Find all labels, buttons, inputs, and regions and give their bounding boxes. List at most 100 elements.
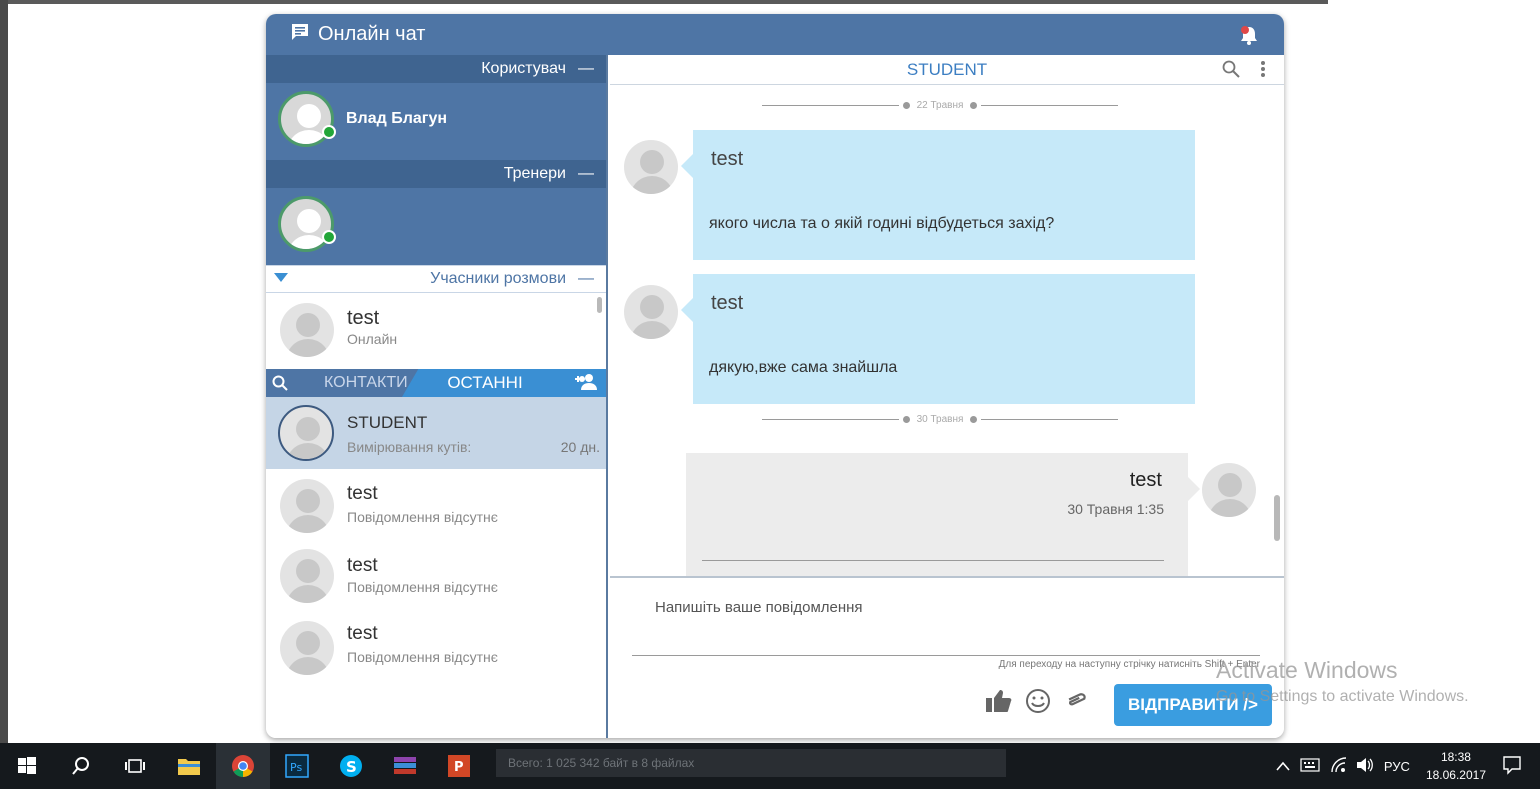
chat-icon	[290, 22, 310, 47]
emoji-icon[interactable]	[1025, 688, 1051, 719]
avatar	[278, 91, 334, 147]
trainers-section-header[interactable]: Тренери —	[266, 160, 606, 188]
avatar	[280, 303, 334, 357]
taskbar-status: Всего: 1 025 342 байт в 8 файлах	[496, 749, 1006, 777]
trainer-item[interactable]	[266, 188, 606, 265]
chat-window: Онлайн чат Користувач — Влад Благун Трен…	[266, 14, 1284, 738]
window-top-edge	[8, 0, 1328, 4]
contact-last-message: Повідомлення відсутнє	[347, 579, 498, 595]
clock-date: 18.06.2017	[1425, 768, 1486, 782]
participants-section-header[interactable]: Учасники розмови —	[266, 265, 606, 293]
svg-text:Ps: Ps	[290, 761, 302, 774]
left-panel: Користувач — Влад Благун Тренери — Учасн…	[266, 55, 608, 738]
paperclip-icon[interactable]	[1063, 688, 1089, 719]
input-underline	[632, 655, 1260, 656]
search-icon[interactable]	[54, 743, 108, 789]
contact-name: STUDENT	[347, 413, 428, 432]
chat-header: Онлайн чат	[266, 14, 1284, 55]
watermark-title: Activate Windows	[1216, 657, 1398, 683]
date-separator: 30 Травня	[762, 413, 1119, 425]
avatar	[278, 405, 334, 461]
contact-tabs: КОНТАКТИ ОСТАННІ	[266, 369, 606, 397]
participants-scrollbar[interactable]	[597, 297, 602, 313]
messages-scrollbar[interactable]	[1274, 495, 1280, 541]
conversation-title: STUDENT	[906, 59, 988, 79]
thumbs-up-icon[interactable]	[985, 688, 1013, 719]
online-status-dot	[322, 230, 336, 244]
user-section-header[interactable]: Користувач —	[266, 55, 606, 83]
task-view-icon[interactable]	[108, 743, 162, 789]
current-user[interactable]: Влад Благун	[266, 83, 606, 160]
message-text: якого числа та о якій годині відбудеться…	[709, 215, 1055, 232]
contact-last-message: Вимірювання кутів:	[347, 439, 472, 455]
wifi-icon[interactable]	[1330, 756, 1348, 776]
tab-contacts-label: КОНТАКТИ	[324, 374, 408, 391]
avatar	[278, 196, 334, 252]
message-list: 22 Травня test якого числа та о якій год…	[610, 85, 1284, 576]
photoshop-icon[interactable]: Ps	[270, 743, 324, 789]
contact-item[interactable]: STUDENT Вимірювання кутів: 20 дн.	[266, 397, 606, 469]
outgoing-message-bubble: test 30 Травня 1:35	[686, 453, 1200, 576]
message-time: 30 Травня 1:35	[1067, 501, 1164, 517]
date-separator: 22 Травня	[762, 99, 1119, 111]
add-group-icon[interactable]	[574, 373, 598, 396]
avatar	[280, 621, 334, 675]
volume-icon[interactable]	[1356, 757, 1374, 776]
current-user-name: Влад Благун	[346, 110, 448, 127]
compose-tools	[985, 688, 1089, 719]
participants-section-title: Учасники розмови	[430, 270, 566, 287]
collapse-icon[interactable]: —	[578, 60, 594, 78]
clock[interactable]: 18:38 18.06.2017	[1426, 748, 1486, 784]
language-indicator[interactable]: РУС	[1384, 759, 1410, 774]
powerpoint-icon[interactable]: P	[432, 743, 486, 789]
watermark-subtitle: Go to Settings to activate Windows.	[1216, 688, 1469, 705]
message-sender: test	[711, 148, 744, 170]
triangle-down-icon[interactable]	[274, 270, 288, 288]
collapse-icon[interactable]: —	[578, 270, 594, 288]
contact-name: test	[347, 483, 378, 504]
participants-list: test Онлайн	[266, 293, 606, 369]
participant-status: Онлайн	[347, 331, 398, 347]
message-bubble: test якого числа та о якій годині відбуд…	[681, 130, 1195, 260]
keyboard-icon[interactable]	[1300, 757, 1320, 775]
winrar-icon[interactable]	[378, 743, 432, 789]
contact-item[interactable]: test Повідомлення відсутнє	[266, 541, 606, 613]
avatar	[280, 549, 334, 603]
search-icon[interactable]	[266, 369, 294, 397]
message-sender: test	[711, 292, 744, 314]
tab-contacts[interactable]: КОНТАКТИ	[294, 369, 416, 397]
message-text: дякую,вже сама знайшла	[709, 359, 898, 376]
windows-start-icon[interactable]	[0, 743, 54, 789]
file-explorer-icon[interactable]	[162, 743, 216, 789]
date-label: 30 Травня	[916, 413, 964, 425]
participant-name: test	[347, 307, 380, 329]
message-sender: test	[1129, 469, 1162, 491]
notifications-icon[interactable]	[1502, 755, 1522, 778]
notification-bell-icon[interactable]	[1238, 24, 1260, 51]
conversation-panel: STUDENT 22 Травня test якого числа та о …	[610, 55, 1284, 738]
chrome-icon[interactable]	[216, 743, 270, 789]
avatar	[624, 285, 678, 339]
contact-last-message: Повідомлення відсутнє	[347, 509, 498, 525]
more-options-icon[interactable]	[1260, 60, 1266, 83]
avatar	[624, 140, 678, 194]
avatar	[1202, 463, 1256, 517]
contact-item[interactable]: test Повідомлення відсутнє	[266, 613, 606, 685]
skype-icon[interactable]: S	[324, 743, 378, 789]
contact-time: 20 дн.	[560, 439, 600, 455]
message-bubble: test дякую,вже сама знайшла	[681, 274, 1195, 404]
avatar	[280, 479, 334, 533]
message-input[interactable]: Напишіть ваше повідомлення	[655, 599, 863, 616]
participant-item[interactable]: test Онлайн	[266, 293, 606, 369]
svg-text:P: P	[454, 760, 464, 775]
chevron-up-icon[interactable]	[1276, 759, 1290, 774]
tab-recent-label: ОСТАННІ	[447, 373, 523, 392]
activate-windows-watermark: Activate Windows Go to Settings to activ…	[1216, 657, 1469, 706]
system-tray: РУС 18:38 18.06.2017	[1276, 743, 1540, 789]
contact-last-message: Повідомлення відсутнє	[347, 649, 498, 665]
chat-title: Онлайн чат	[318, 23, 426, 45]
collapse-icon[interactable]: —	[578, 165, 594, 183]
search-icon[interactable]	[1222, 60, 1240, 83]
contact-item[interactable]: test Повідомлення відсутнє	[266, 469, 606, 541]
contact-name: test	[347, 555, 378, 576]
